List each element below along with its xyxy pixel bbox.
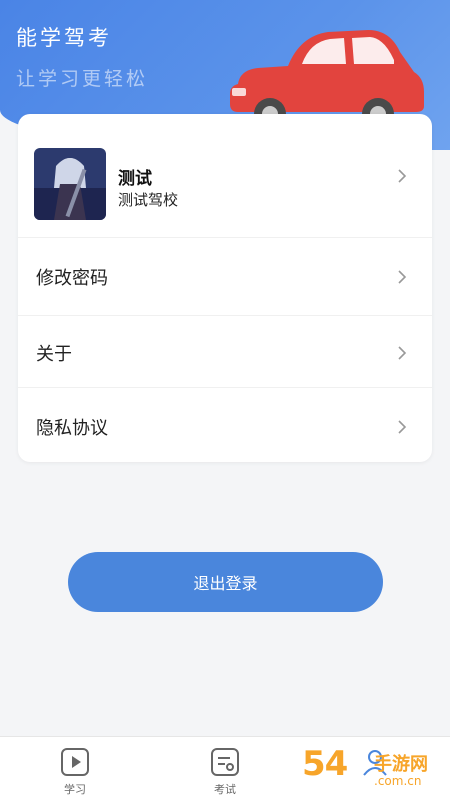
exam-icon bbox=[211, 748, 239, 776]
menu-item-privacy[interactable]: 隐私协议 bbox=[18, 388, 432, 462]
tab-label: 考试 bbox=[214, 783, 236, 796]
profile-name: 测试 bbox=[118, 169, 152, 189]
tab-exam[interactable]: 考试 bbox=[150, 737, 300, 800]
avatar bbox=[34, 148, 106, 220]
chevron-right-icon bbox=[398, 270, 407, 284]
menu-item-about[interactable]: 关于 bbox=[18, 316, 432, 388]
watermark-domain: .com.cn bbox=[374, 774, 422, 788]
chevron-right-icon bbox=[398, 420, 407, 434]
menu-item-label: 修改密码 bbox=[36, 268, 108, 289]
play-icon bbox=[61, 748, 89, 776]
app-title: 能学驾考 bbox=[16, 26, 112, 50]
tab-label: 学习 bbox=[64, 783, 86, 796]
menu-item-change-password[interactable]: 修改密码 bbox=[18, 238, 432, 316]
watermark-cn: 手游网 bbox=[374, 754, 428, 775]
watermark-logo: 54 手游网 .com.cn bbox=[296, 738, 446, 798]
watermark-number: 54 bbox=[302, 744, 348, 784]
chevron-right-icon bbox=[398, 169, 407, 183]
menu-item-label: 关于 bbox=[36, 344, 72, 365]
app-slogan: 让学习更轻松 bbox=[16, 68, 149, 90]
menu-item-label: 隐私协议 bbox=[36, 418, 108, 439]
chevron-right-icon bbox=[398, 346, 407, 360]
profile-row[interactable]: 测试 测试驾校 bbox=[18, 114, 432, 238]
account-card: 测试 测试驾校 修改密码 关于 隐私协议 bbox=[18, 114, 432, 462]
profile-school: 测试驾校 bbox=[118, 191, 179, 209]
tab-study[interactable]: 学习 bbox=[0, 737, 150, 800]
logout-button[interactable]: 退出登录 bbox=[68, 552, 383, 612]
